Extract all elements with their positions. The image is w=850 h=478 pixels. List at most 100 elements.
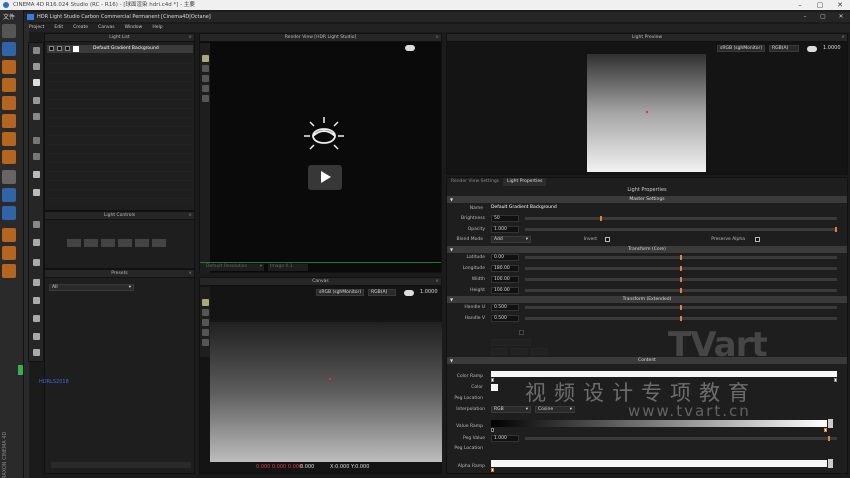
alpha-ramp-bar[interactable] [491,460,827,467]
handle-u-slider[interactable] [525,305,837,310]
model-icon[interactable] [2,150,16,164]
opacity-field[interactable]: 1.000 [491,226,519,233]
area-light-icon[interactable] [33,47,40,54]
scale-light-button[interactable] [101,239,115,247]
master-settings-section[interactable]: ▼ Master Settings [447,196,847,203]
canvas-gradient-view[interactable] [210,322,442,462]
menu-create[interactable]: Create [73,24,88,32]
menu-canvas[interactable]: Canvas [98,24,115,32]
color-swatch[interactable] [491,384,498,391]
globe-icon[interactable] [33,333,40,340]
canvas-target-marker[interactable] [329,378,331,380]
preview-channel-select[interactable]: RGB(A) [769,45,799,52]
zoom-out-icon[interactable] [202,95,209,102]
texture-icon[interactable] [2,132,16,146]
workplane-icon[interactable] [2,170,16,184]
paint-icon[interactable] [2,246,16,260]
reset-light-button[interactable] [152,239,166,247]
height-field[interactable]: 100.00 [491,287,519,294]
latitude-slider[interactable] [525,255,837,260]
menu-help[interactable]: Help [152,24,162,32]
content-section[interactable]: ▼ Content [447,357,847,364]
transform-core-section[interactable]: ▼ Transform (Core) [447,246,847,253]
cube-icon[interactable] [2,60,16,74]
value-ramp-handle[interactable] [828,419,833,428]
image-scale-field[interactable]: Image 0.1 [268,264,308,271]
color-ramp-peg-end[interactable] [834,378,837,382]
center-light-button[interactable] [135,239,149,247]
pick-icon[interactable] [33,279,40,286]
resolution-select[interactable]: Default Resolution ▾ [204,264,264,271]
point-icon[interactable] [2,114,16,128]
settings-gear-icon[interactable] [33,221,40,228]
tab-light-properties[interactable]: Light Properties [503,178,547,186]
play-button[interactable] [308,165,342,190]
longitude-field[interactable]: 180.00 [491,265,519,272]
preset-category-select[interactable]: All ▾ [49,284,134,291]
plugin-maximize-button[interactable]: ▢ [814,12,832,22]
preview-exposure-gear-icon[interactable] [807,46,817,52]
move-light-button[interactable] [67,239,81,247]
canvas-colorspace-select[interactable]: sRGB (sghMonitor) [316,289,364,296]
reflect-tool-icon[interactable] [202,75,209,82]
gradient-light-icon[interactable] [33,97,40,104]
paint-tool-icon[interactable] [202,55,209,62]
spot-light-icon[interactable] [33,153,40,160]
preserve-alpha-checkbox[interactable] [755,237,760,242]
light-preview-image[interactable] [587,54,706,172]
name-value[interactable]: Default Gradient Background [491,204,557,212]
transform-extended-section[interactable]: ▼ Transform (Extended) [447,296,847,303]
camera-icon[interactable] [33,315,40,322]
plugin-close-button[interactable]: ✕ [832,12,850,22]
peg-value-slider[interactable] [525,436,837,441]
edge-icon[interactable] [2,96,16,110]
value-ramp-bar[interactable] [491,420,827,427]
move-tool-icon[interactable] [2,42,16,56]
file-menu[interactable]: 文件 [3,12,15,21]
hand-icon[interactable] [33,297,40,304]
white-light-icon[interactable] [33,79,40,86]
menu-project[interactable]: Project [29,24,44,32]
plugin-minimize-button[interactable]: – [796,12,814,22]
light-icon[interactable] [33,63,40,70]
tab-render-view-settings[interactable]: Render View Settings [447,178,504,186]
peg-value-field[interactable]: 1.000 [491,435,519,442]
handle-u-field[interactable]: 0.500 [491,304,519,311]
bar-light-icon[interactable] [33,171,40,178]
snap-icon[interactable] [2,188,16,202]
flip-light-button[interactable] [118,239,132,247]
render-settings-gear-icon[interactable] [405,45,415,51]
interp-mode-select[interactable]: Cosine ▾ [535,406,575,413]
preset-item[interactable]: HDRLS2018 [39,379,69,385]
height-slider[interactable] [525,288,837,293]
select-tool-icon[interactable] [202,65,209,72]
opacity-slider[interactable] [525,227,837,232]
color-ramp-peg-start[interactable] [491,378,494,382]
delete-icon[interactable] [33,239,40,246]
canvas-reflect-icon[interactable] [202,319,209,326]
interpolation-select[interactable]: RGB ▾ [491,406,531,413]
canvas-select-icon[interactable] [202,309,209,316]
rotate-light-button[interactable] [84,239,98,247]
brush-icon[interactable] [2,264,16,278]
longitude-slider[interactable] [525,266,837,271]
sun-light-icon[interactable] [33,113,40,120]
preview-target-marker[interactable] [646,111,648,113]
light-solo-checkbox[interactable] [57,46,62,51]
square-icon[interactable] [33,259,40,266]
menu-edit[interactable]: Edit [54,24,63,32]
alpha-ramp-handle[interactable] [828,459,833,468]
light-lock-checkbox[interactable] [65,46,70,51]
canvas-zoom-in-icon[interactable] [202,329,209,336]
maximize-button[interactable]: ▢ [810,0,830,10]
latitude-field[interactable]: 0.00 [491,254,519,261]
brightness-slider[interactable] [525,216,837,221]
handle-v-slider[interactable] [525,316,837,321]
canvas-zoom-out-icon[interactable] [202,339,209,346]
canvas-channel-select[interactable]: RGB(A) [368,289,396,296]
invert-checkbox[interactable] [605,237,610,242]
value-ramp-peg-end[interactable] [824,428,827,432]
width-field[interactable]: 100.00 [491,276,519,283]
zoom-in-icon[interactable] [202,85,209,92]
brightness-field[interactable]: 50 [491,215,519,222]
